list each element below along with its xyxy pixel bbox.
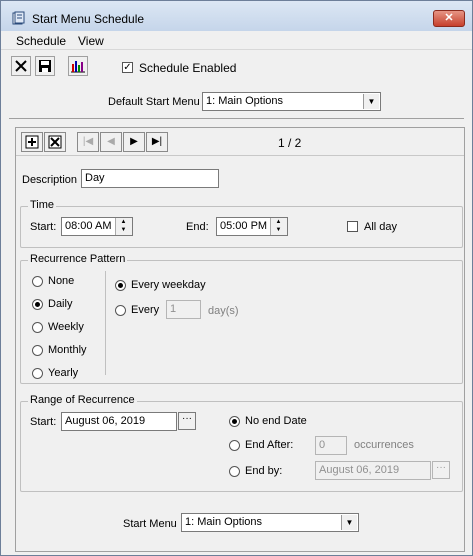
x-icon <box>15 60 27 72</box>
default-start-menu-label: Default Start Menu <box>108 96 200 108</box>
delete-record-button[interactable] <box>44 132 66 152</box>
no-end-date-label: No end Date <box>245 415 307 427</box>
prev-record-button[interactable]: ◀ <box>100 132 122 152</box>
end-by-value: August 06, 2019 <box>319 464 400 476</box>
recurrence-yearly-label: Yearly <box>48 367 79 379</box>
recurrence-weekly-radio[interactable] <box>32 322 43 333</box>
time-start-spinner[interactable]: ▲ ▼ <box>115 218 132 235</box>
next-icon: ▶ <box>130 136 138 147</box>
divider <box>9 118 464 119</box>
description-value: Day <box>85 172 105 184</box>
ellipsis-icon: ··· <box>436 462 446 473</box>
menu-schedule[interactable]: Schedule <box>16 34 66 48</box>
occurrences-label: occurrences <box>354 439 414 451</box>
end-after-value: 0 <box>319 439 326 451</box>
end-by-label: End by: <box>245 465 283 477</box>
every-days-value: 1 <box>170 303 177 315</box>
last-icon: ▶| <box>151 136 163 147</box>
time-end-label: End: <box>186 221 209 233</box>
end-by-date-picker-button[interactable]: ··· <box>432 461 450 479</box>
no-end-date-radio[interactable] <box>229 416 240 427</box>
range-start-label: Start: <box>30 416 57 428</box>
range-start-value: August 06, 2019 <box>65 415 146 427</box>
menu-bar: Schedule View <box>1 31 472 50</box>
end-by-input[interactable]: August 06, 2019 <box>315 461 431 480</box>
divider <box>16 155 464 156</box>
recurrence-weekly-label: Weekly <box>48 321 84 333</box>
time-end-value: 05:00 PM <box>220 220 268 232</box>
schedule-enabled-label: Schedule Enabled <box>139 61 237 75</box>
all-day-checkbox[interactable] <box>347 221 358 232</box>
menu-view[interactable]: View <box>78 34 104 48</box>
delete-record-icon <box>48 135 62 149</box>
days-unit-label: day(s) <box>208 305 239 317</box>
close-button[interactable]: ✕ <box>433 10 465 27</box>
schedule-enabled-checkbox[interactable]: ✓ <box>122 62 133 73</box>
every-weekday-label: Every weekday <box>131 279 206 291</box>
next-record-button[interactable]: ▶ <box>123 132 145 152</box>
every-weekday-radio[interactable] <box>115 280 126 291</box>
add-record-icon <box>25 135 39 149</box>
end-after-label: End After: <box>245 439 294 451</box>
range-start-input[interactable]: August 06, 2019 <box>61 412 177 431</box>
time-group-title: Time <box>28 199 57 211</box>
recurrence-none-label: None <box>48 275 75 287</box>
start-menu-value: 1: Main Options <box>185 516 263 528</box>
all-day-label: All day <box>364 221 398 233</box>
first-record-button[interactable]: |◀ <box>77 132 99 152</box>
recurrence-yearly-radio[interactable] <box>32 368 43 379</box>
chart-button[interactable] <box>68 56 88 76</box>
record-position: 1 / 2 <box>278 136 302 150</box>
end-after-input[interactable]: 0 <box>315 436 347 455</box>
description-input[interactable]: Day <box>81 169 219 188</box>
every-days-input[interactable]: 1 <box>166 300 201 319</box>
last-record-button[interactable]: ▶| <box>146 132 168 152</box>
chevron-down-icon[interactable]: ▼ <box>363 94 379 109</box>
recurrence-group <box>20 260 463 384</box>
save-button[interactable] <box>35 56 55 76</box>
schedule-window: Start Menu Schedule ✕ Schedule View ✓ Sc… <box>0 0 473 556</box>
app-icon <box>12 11 25 25</box>
every-n-days-radio[interactable] <box>115 305 126 316</box>
first-icon: |◀ <box>82 136 94 147</box>
title-bar: Start Menu Schedule ✕ <box>1 1 472 31</box>
range-start-date-picker-button[interactable]: ··· <box>178 412 196 430</box>
ellipsis-icon: ··· <box>182 413 192 424</box>
window-title: Start Menu Schedule <box>32 12 145 26</box>
delete-button[interactable] <box>11 56 31 76</box>
prev-icon: ◀ <box>107 136 115 147</box>
add-record-button[interactable] <box>21 132 43 152</box>
divider <box>105 271 106 375</box>
recurrence-daily-label: Daily <box>48 298 73 310</box>
bar-chart-icon <box>71 61 85 73</box>
description-label: Description <box>22 174 78 186</box>
start-menu-select[interactable]: 1: Main Options ▼ <box>181 513 359 532</box>
range-group-title: Range of Recurrence <box>28 394 137 406</box>
recurrence-daily-radio[interactable] <box>32 299 43 310</box>
default-start-menu-value: 1: Main Options <box>206 95 284 107</box>
every-label: Every <box>131 304 160 316</box>
chevron-down-icon[interactable]: ▼ <box>341 515 357 530</box>
save-icon <box>39 60 51 72</box>
end-by-radio[interactable] <box>229 466 240 477</box>
time-start-label: Start: <box>30 221 57 233</box>
recurrence-monthly-label: Monthly <box>48 344 87 356</box>
time-end-input[interactable]: 05:00 PM ▲ ▼ <box>216 217 288 236</box>
time-start-value: 08:00 AM <box>65 220 112 232</box>
recurrence-monthly-radio[interactable] <box>32 345 43 356</box>
default-start-menu-select[interactable]: 1: Main Options ▼ <box>202 92 381 111</box>
end-after-radio[interactable] <box>229 440 240 451</box>
time-start-input[interactable]: 08:00 AM ▲ ▼ <box>61 217 133 236</box>
start-menu-label: Start Menu <box>123 518 177 530</box>
recurrence-none-radio[interactable] <box>32 276 43 287</box>
recurrence-group-title: Recurrence Pattern <box>28 253 128 265</box>
time-end-spinner[interactable]: ▲ ▼ <box>270 218 287 235</box>
